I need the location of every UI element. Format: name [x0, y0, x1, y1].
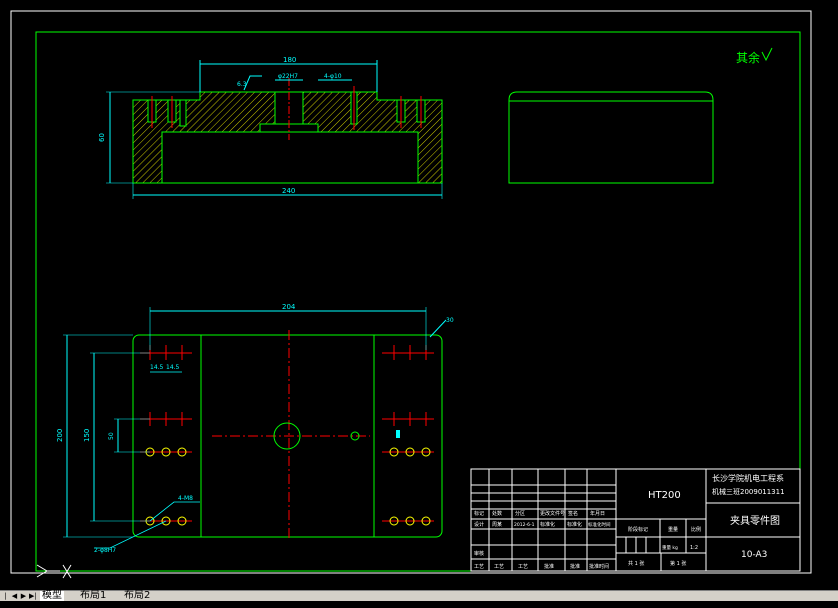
- tb-row-label-2: 分区: [515, 510, 525, 517]
- tb-process-2: 工艺: [518, 564, 528, 570]
- tb-process-0: 工艺: [474, 564, 484, 570]
- side-view[interactable]: [508, 91, 714, 184]
- first-tab-icon[interactable]: |◀: [2, 592, 9, 608]
- tb-sheets-right: 第 1 张: [670, 560, 686, 567]
- dim-plan-height-inner: 150: [83, 429, 91, 442]
- last-tab-icon[interactable]: ▶|: [29, 592, 37, 600]
- prev-tab-icon[interactable]: ◀: [11, 592, 18, 600]
- note-right: 30: [446, 317, 454, 324]
- label-pins: 2-φ8H7: [94, 547, 116, 554]
- dim-top-width: 180: [283, 56, 296, 64]
- dim-center-hole: φ22H7: [278, 73, 298, 80]
- tb-process-1: 工艺: [494, 564, 504, 570]
- surface-note-text: 其余: [736, 50, 760, 65]
- dim-vertical-small: 50: [108, 432, 115, 440]
- layout-tab-bar: |◀ ◀ ▶ ▶| 模型 布局1 布局2: [0, 590, 838, 608]
- tb-drawing-no: 10-A3: [741, 550, 767, 560]
- dim-plan-width: 204: [282, 303, 296, 311]
- tb-design-1: 周某: [492, 522, 502, 528]
- leader-holes: [149, 501, 200, 522]
- note-leader-right: [429, 319, 447, 338]
- tb-weight-unit: 重量 kg: [662, 544, 678, 551]
- tb-weight-label: 重量: [668, 526, 678, 533]
- tb-row-label-4: 签名: [568, 510, 578, 517]
- tab-layout1[interactable]: 布局1: [80, 591, 106, 601]
- tb-school: 长沙学院机电工程系: [712, 473, 784, 483]
- roughness-symbol-icon: [761, 47, 773, 62]
- tb-scale-label: 比例: [691, 526, 701, 533]
- tb-row-label-0: 标记: [474, 510, 484, 517]
- dim-bottom-width: 240: [282, 187, 295, 195]
- cad-drawing[interactable]: 其余 180 φ22H7 4-φ10 6.3 60 240 204 30 14.…: [0, 0, 838, 590]
- tb-row-label-1: 处数: [492, 510, 502, 517]
- title-block-text: HT200 长沙学院机电工程系 机械三班2009011311 夹具零件图 10-…: [474, 473, 785, 570]
- tb-review: 审核: [474, 550, 484, 557]
- tb-title: 夹具零件图: [730, 514, 780, 527]
- section-view-top[interactable]: 180 φ22H7 4-φ10 6.3 60 240: [98, 56, 443, 199]
- dim-height: 60: [98, 133, 106, 142]
- dim-hole-b: 14.5: [166, 364, 180, 371]
- plan-marker: [396, 430, 400, 438]
- tb-stage-label: 阶段标记: [628, 526, 648, 533]
- dim-plan-height-outer: 200: [56, 429, 64, 442]
- roughness-leader: [243, 75, 262, 91]
- paper-outer-frame: [10, 10, 812, 574]
- tab-layout2[interactable]: 布局2: [124, 591, 150, 601]
- tb-scale-value: 1:2: [690, 545, 698, 551]
- dim-right-hole: 4-φ10: [324, 73, 342, 80]
- surface-roughness-note: 其余: [736, 47, 773, 65]
- tb-design-2: 2012-6-1: [514, 522, 535, 528]
- tb-process-4: 批准: [570, 563, 580, 570]
- tb-class: 机械三班2009011311: [712, 487, 785, 496]
- tb-design-3: 标准化: [540, 521, 555, 528]
- tb-row-label-5: 年月日: [590, 510, 605, 517]
- side-view-outline: [508, 91, 714, 184]
- tb-design-5: 标准化时间: [588, 521, 611, 528]
- drawing-canvas[interactable]: 其余 180 φ22H7 4-φ10 6.3 60 240 204 30 14.…: [0, 0, 838, 590]
- right-hole-group: [382, 345, 434, 526]
- next-tab-icon[interactable]: ▶: [20, 592, 27, 600]
- tab-model[interactable]: 模型: [40, 591, 64, 601]
- tb-row-label-3: 更改文件号: [540, 510, 565, 517]
- tb-material: HT200: [648, 490, 681, 501]
- plan-view[interactable]: 204 30 14.5 14.5 200 150 50 4-M8 2-φ8H7: [56, 303, 454, 554]
- pin-hole-left: [179, 99, 187, 127]
- tb-design-0: 设计: [474, 521, 484, 528]
- tb-process-5: 批准时间: [589, 563, 609, 570]
- tb-process-3: 批准: [544, 563, 554, 570]
- dim-roughness: 6.3: [237, 81, 247, 88]
- tb-sheets-left: 共 1 张: [628, 560, 644, 567]
- label-holes: 4-M8: [178, 495, 193, 502]
- leader-pins: [94, 520, 167, 549]
- tb-design-4: 标准化: [567, 521, 582, 528]
- dim-hole-a: 14.5: [150, 364, 164, 371]
